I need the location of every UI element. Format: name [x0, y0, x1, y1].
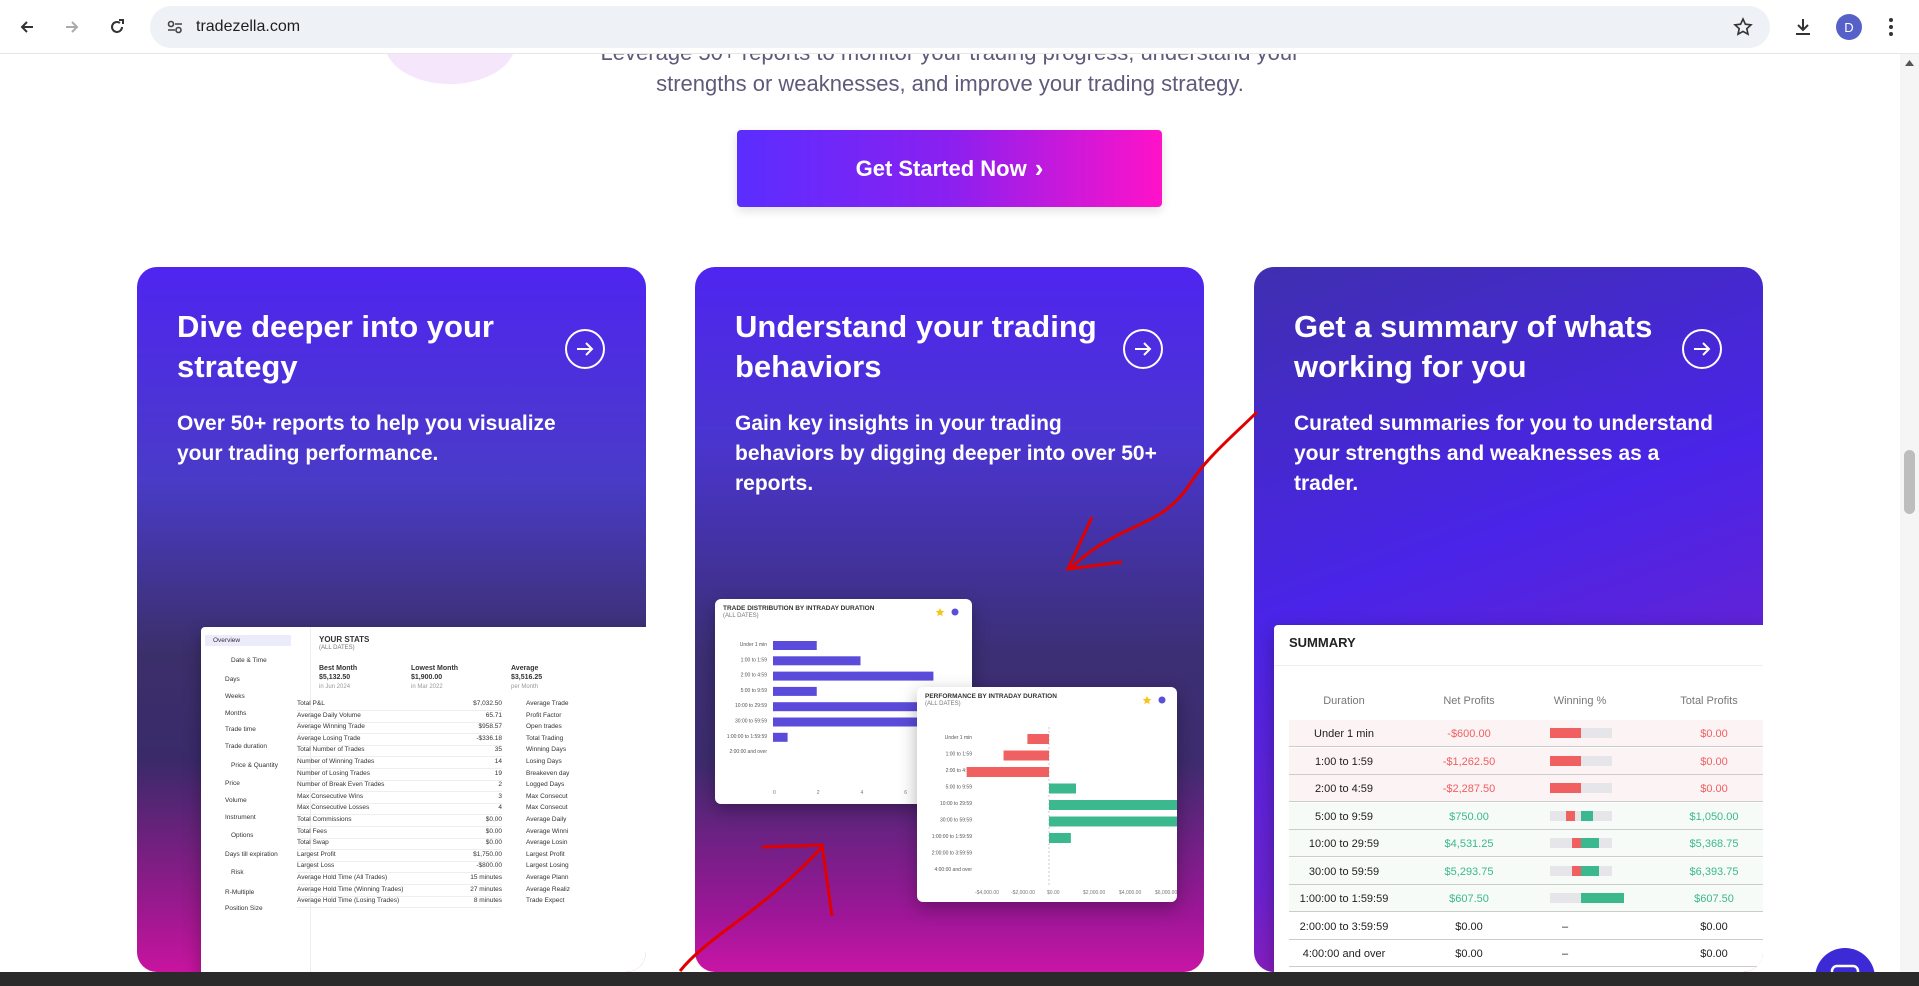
- os-taskbar: [0, 972, 1919, 986]
- profile-avatar[interactable]: D: [1836, 14, 1862, 40]
- annotation-arrowhead-bottom: [761, 843, 834, 917]
- reload-icon: [111, 19, 124, 33]
- chat-icon: [1830, 964, 1860, 972]
- reload-button[interactable]: [99, 9, 135, 45]
- annotation-arrow-top: [1068, 410, 1259, 571]
- download-icon[interactable]: [1792, 16, 1814, 38]
- scroll-up-icon[interactable]: [1905, 60, 1914, 66]
- annotation-arrowhead-top: [1065, 516, 1123, 571]
- back-button[interactable]: [9, 9, 45, 45]
- forward-arrow-icon: [66, 21, 79, 33]
- page-content: Leverage 50+ reports to monitor your tra…: [0, 54, 1900, 972]
- annotation-arrow-bottom: [678, 845, 824, 972]
- page-scrollbar[interactable]: [1900, 54, 1919, 972]
- bookmark-star-icon[interactable]: [1733, 17, 1753, 37]
- site-settings-icon[interactable]: [166, 18, 184, 36]
- menu-dots-icon[interactable]: [1888, 16, 1894, 38]
- forward-button[interactable]: [54, 9, 90, 45]
- back-arrow-icon: [20, 21, 33, 33]
- scrollbar-thumb[interactable]: [1904, 450, 1915, 514]
- url-text: tradezella.com: [196, 18, 301, 35]
- address-bar[interactable]: tradezella.com: [150, 6, 1770, 48]
- browser-toolbar: tradezella.com D: [0, 0, 1919, 54]
- annotation-arrows: [678, 410, 1259, 972]
